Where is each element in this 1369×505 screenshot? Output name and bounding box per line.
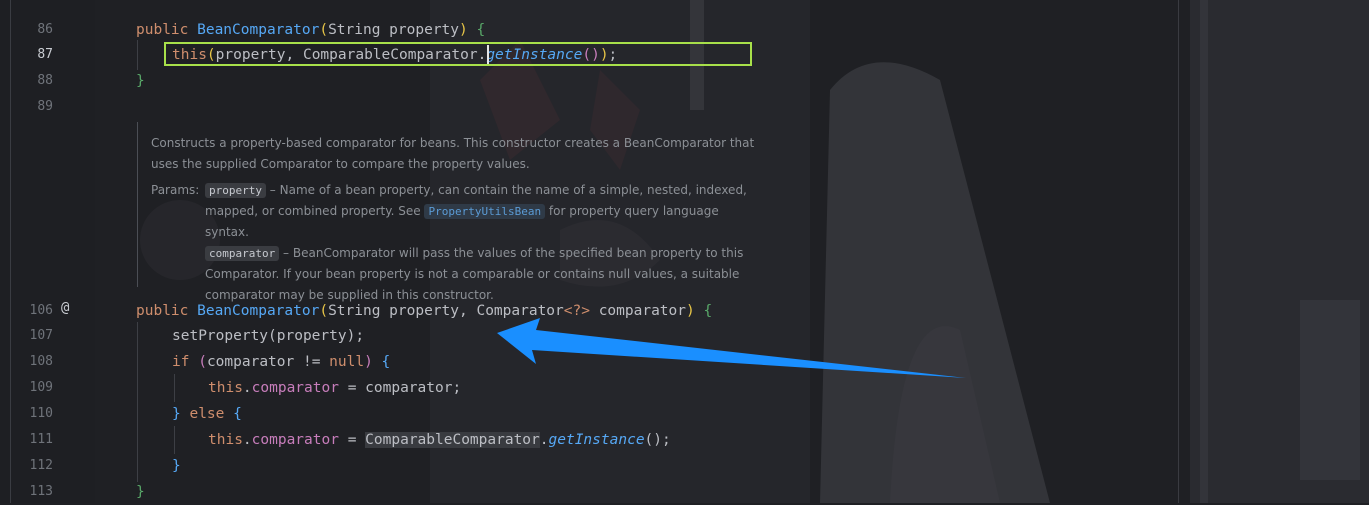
annotation-arrow-icon <box>497 318 966 378</box>
